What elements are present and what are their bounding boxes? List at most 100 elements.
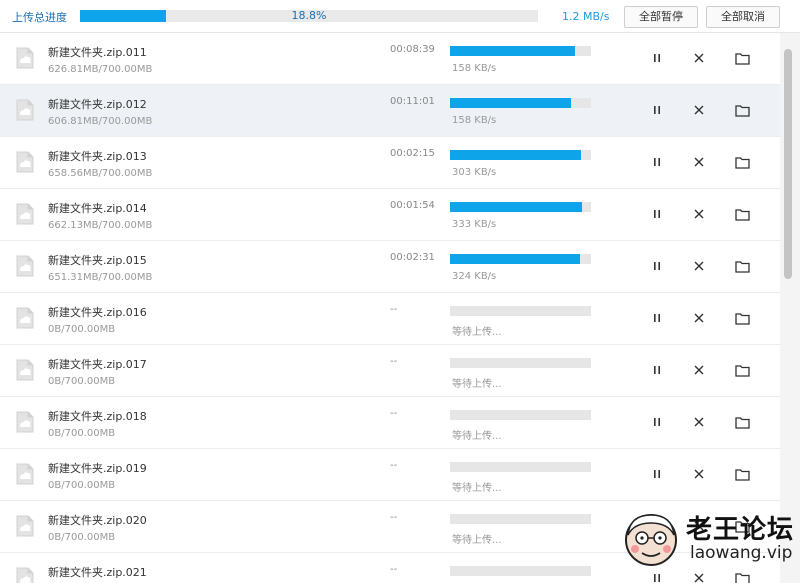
open-folder-button[interactable] bbox=[733, 101, 751, 119]
pause-icon bbox=[654, 54, 660, 62]
close-icon bbox=[694, 209, 704, 219]
file-progress-fill bbox=[450, 150, 582, 160]
file-icon bbox=[16, 411, 34, 433]
file-name: 新建文件夹.zip.019 bbox=[48, 462, 147, 475]
upload-speed: 等待上传... bbox=[452, 431, 502, 442]
file-name: 新建文件夹.zip.013 bbox=[48, 150, 147, 163]
file-size: 0B/700.00MB bbox=[48, 532, 116, 543]
upload-row[interactable]: 新建文件夹.zip.019 0B/700.00MB -- 等待上传... bbox=[0, 449, 780, 501]
file-progress-bar bbox=[450, 358, 591, 368]
upload-speed: 等待上传... bbox=[452, 379, 502, 390]
pause-icon bbox=[654, 106, 660, 114]
pause-all-button[interactable]: 全部暂停 bbox=[624, 6, 698, 28]
close-icon bbox=[694, 261, 704, 271]
open-folder-button[interactable] bbox=[733, 309, 751, 327]
folder-icon bbox=[734, 208, 750, 221]
file-progress-bar bbox=[450, 410, 591, 420]
pause-icon bbox=[654, 418, 660, 426]
time-remaining: 00:11:01 bbox=[390, 96, 435, 107]
cancel-button[interactable] bbox=[690, 153, 708, 171]
watermark-text-cn: 老王论坛 bbox=[686, 515, 795, 545]
upload-row[interactable]: 新建文件夹.zip.016 0B/700.00MB -- 等待上传... bbox=[0, 293, 780, 345]
cancel-button[interactable] bbox=[690, 205, 708, 223]
pause-button[interactable] bbox=[648, 49, 666, 67]
pause-button[interactable] bbox=[648, 465, 666, 483]
file-icon bbox=[16, 463, 34, 485]
pause-button[interactable] bbox=[648, 257, 666, 275]
folder-icon bbox=[734, 260, 750, 273]
file-icon bbox=[16, 359, 34, 381]
time-remaining: 00:01:54 bbox=[390, 200, 435, 211]
cancel-button[interactable] bbox=[690, 309, 708, 327]
watermark-face-icon bbox=[625, 514, 677, 566]
cancel-button[interactable] bbox=[690, 465, 708, 483]
time-remaining: 00:08:39 bbox=[390, 44, 435, 55]
file-size: 0B/700.00MB bbox=[48, 324, 116, 335]
pause-button[interactable] bbox=[648, 205, 666, 223]
file-icon bbox=[16, 151, 34, 173]
file-progress-fill bbox=[450, 46, 575, 56]
folder-icon bbox=[734, 312, 750, 325]
open-folder-button[interactable] bbox=[733, 153, 751, 171]
upload-speed: 等待上传... bbox=[452, 483, 502, 494]
upload-row[interactable]: 新建文件夹.zip.015 651.31MB/700.00MB 00:02:31… bbox=[0, 241, 780, 293]
cancel-button[interactable] bbox=[690, 361, 708, 379]
folder-icon bbox=[734, 52, 750, 65]
time-remaining: -- bbox=[390, 356, 398, 367]
open-folder-button[interactable] bbox=[733, 49, 751, 67]
file-progress-fill bbox=[450, 254, 580, 264]
time-remaining: 00:02:15 bbox=[390, 148, 435, 159]
upload-row[interactable]: 新建文件夹.zip.012 606.81MB/700.00MB 00:11:01… bbox=[0, 85, 780, 137]
file-progress-fill bbox=[450, 202, 582, 212]
pause-button[interactable] bbox=[648, 309, 666, 327]
close-icon bbox=[694, 53, 704, 63]
upload-speed: 等待上传... bbox=[452, 535, 502, 546]
file-size: 0B/700.00MB bbox=[48, 428, 116, 439]
close-icon bbox=[694, 417, 704, 427]
open-folder-button[interactable] bbox=[733, 257, 751, 275]
cancel-button[interactable] bbox=[690, 101, 708, 119]
upload-row[interactable]: 新建文件夹.zip.017 0B/700.00MB -- 等待上传... bbox=[0, 345, 780, 397]
open-folder-button[interactable] bbox=[733, 465, 751, 483]
upload-row[interactable]: 新建文件夹.zip.018 0B/700.00MB -- 等待上传... bbox=[0, 397, 780, 449]
pause-button[interactable] bbox=[648, 413, 666, 431]
list-scrollbar[interactable] bbox=[780, 33, 800, 583]
upload-speed: 333 KB/s bbox=[452, 219, 497, 230]
upload-header: 上传总进度 18.8% 1.2 MB/s 全部暂停 全部取消 bbox=[0, 0, 800, 33]
upload-list: 新建文件夹.zip.011 626.81MB/700.00MB 00:08:39… bbox=[0, 33, 780, 583]
pause-button[interactable] bbox=[648, 101, 666, 119]
close-icon bbox=[694, 365, 704, 375]
time-remaining: -- bbox=[390, 512, 398, 523]
open-folder-button[interactable] bbox=[733, 413, 751, 431]
file-icon bbox=[16, 515, 34, 537]
open-folder-button[interactable] bbox=[733, 361, 751, 379]
pause-icon bbox=[654, 470, 660, 478]
upload-row[interactable]: 新建文件夹.zip.014 662.13MB/700.00MB 00:01:54… bbox=[0, 189, 780, 241]
file-progress-bar bbox=[450, 98, 591, 108]
cancel-button[interactable] bbox=[690, 413, 708, 431]
file-name: 新建文件夹.zip.017 bbox=[48, 358, 147, 371]
pause-button[interactable] bbox=[648, 361, 666, 379]
file-progress-bar bbox=[450, 462, 591, 472]
file-icon bbox=[16, 47, 34, 69]
scrollbar-thumb[interactable] bbox=[784, 49, 792, 279]
folder-icon bbox=[734, 156, 750, 169]
file-icon bbox=[16, 307, 34, 329]
file-size: 662.13MB/700.00MB bbox=[48, 220, 153, 231]
file-size: 606.81MB/700.00MB bbox=[48, 116, 153, 127]
open-folder-button[interactable] bbox=[733, 205, 751, 223]
file-name: 新建文件夹.zip.016 bbox=[48, 306, 147, 319]
cancel-button[interactable] bbox=[690, 257, 708, 275]
watermark-text-en: laowang.vip bbox=[690, 543, 793, 563]
file-size: 658.56MB/700.00MB bbox=[48, 168, 153, 179]
pause-button[interactable] bbox=[648, 153, 666, 171]
watermark: 老王论坛 laowang.vip bbox=[620, 505, 798, 575]
cancel-all-button[interactable]: 全部取消 bbox=[706, 6, 780, 28]
file-icon bbox=[16, 99, 34, 121]
upload-row[interactable]: 新建文件夹.zip.013 658.56MB/700.00MB 00:02:15… bbox=[0, 137, 780, 189]
upload-row[interactable]: 新建文件夹.zip.011 626.81MB/700.00MB 00:08:39… bbox=[0, 33, 780, 85]
time-remaining: -- bbox=[390, 304, 398, 315]
cancel-button[interactable] bbox=[690, 49, 708, 67]
folder-icon bbox=[734, 104, 750, 117]
file-progress-bar bbox=[450, 46, 591, 56]
